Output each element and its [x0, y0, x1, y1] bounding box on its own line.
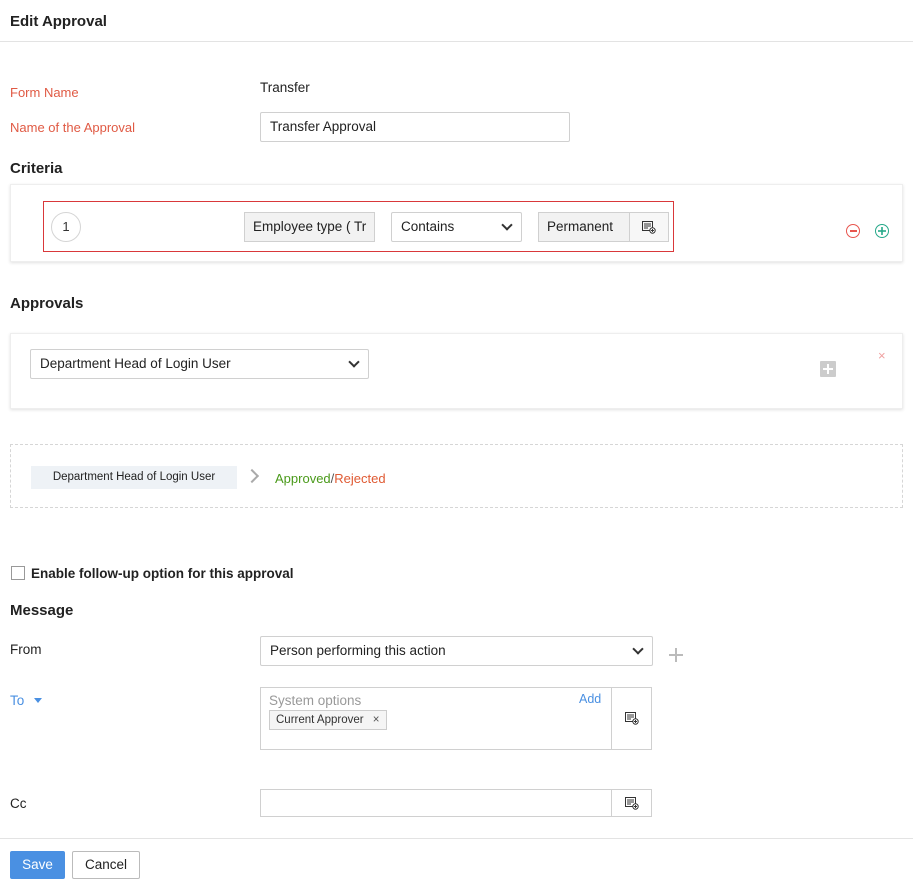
field-picker-icon — [624, 712, 639, 725]
from-label: From — [10, 642, 42, 657]
add-from-button[interactable] — [668, 647, 684, 666]
caret-down-icon — [34, 698, 43, 703]
rejected-label: Rejected — [334, 471, 386, 486]
remove-criteria-icon[interactable] — [846, 224, 860, 238]
to-tag-label: Current Approver — [276, 714, 364, 726]
to-label-text: To — [10, 693, 25, 708]
cc-field[interactable] — [260, 789, 612, 817]
to-tag-current-approver: Current Approver × — [269, 710, 387, 730]
approvals-title: Approvals — [10, 295, 84, 312]
page-header: Edit Approval — [0, 0, 913, 42]
field-picker-icon — [642, 220, 656, 234]
followup-label: Enable follow-up option for this approva… — [31, 566, 294, 581]
cancel-button[interactable]: Cancel — [72, 851, 140, 879]
to-label[interactable]: To — [10, 693, 43, 708]
approved-label: Approved — [275, 471, 331, 486]
followup-checkbox[interactable] — [11, 566, 25, 580]
to-placeholder: System options — [269, 693, 362, 708]
save-button[interactable]: Save — [10, 851, 65, 879]
cc-picker-button[interactable] — [611, 789, 652, 817]
plus-icon — [669, 648, 683, 662]
from-select[interactable]: Person performing this action — [260, 636, 653, 666]
message-title: Message — [10, 602, 74, 619]
close-icon[interactable]: × — [373, 714, 380, 726]
criteria-value-picker-button[interactable] — [629, 212, 669, 242]
plus-icon — [878, 227, 886, 235]
approval-name-label: Name of the Approval — [10, 120, 136, 135]
to-picker-button[interactable] — [611, 687, 652, 750]
add-criteria-icon[interactable] — [875, 224, 889, 238]
form-name-label: Form Name — [10, 85, 79, 100]
criteria-operator-label: Contains — [401, 219, 455, 234]
criteria-row-number: 1 — [51, 212, 81, 242]
field-picker-icon — [624, 796, 639, 810]
flow-approver-chip: Department Head of Login User — [31, 466, 237, 489]
approval-name-input[interactable]: Transfer Approval — [260, 112, 570, 142]
approver-select-label: Department Head of Login User — [40, 356, 231, 371]
to-add-link[interactable]: Add — [579, 692, 601, 706]
criteria-title: Criteria — [10, 160, 63, 177]
flow-status: Approved/Rejected — [275, 471, 386, 486]
cc-label: Cc — [10, 796, 27, 811]
criteria-field-select[interactable]: Employee type ( Tr — [244, 212, 375, 242]
criteria-operator-select[interactable]: Contains — [391, 212, 522, 242]
form-name-value: Transfer — [260, 80, 310, 95]
approver-select[interactable]: Department Head of Login User — [30, 349, 369, 379]
footer-divider — [0, 838, 913, 839]
close-icon[interactable]: × — [878, 348, 886, 363]
from-select-label: Person performing this action — [270, 643, 446, 658]
page-title: Edit Approval — [10, 13, 107, 30]
plus-icon — [823, 364, 833, 374]
chevron-down-icon — [348, 356, 360, 368]
chevron-down-icon — [501, 219, 513, 231]
chevron-down-icon — [632, 643, 644, 655]
criteria-value-field[interactable]: Permanent — [538, 212, 630, 242]
add-approver-button[interactable] — [820, 361, 836, 377]
